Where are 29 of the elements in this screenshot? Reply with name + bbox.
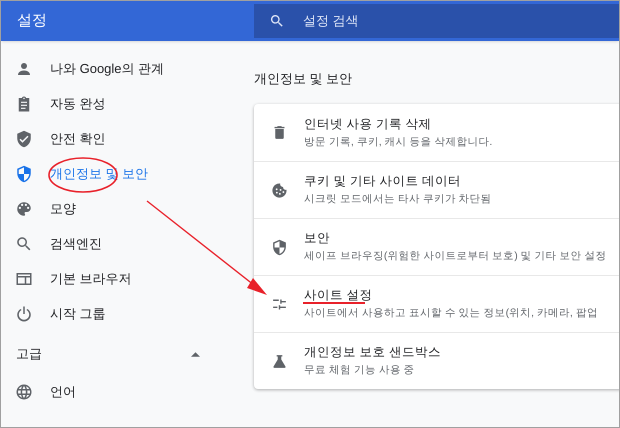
sidebar-item[interactable]: 시작 그룹 [1,296,254,331]
sidebar-item[interactable]: 자동 완성 [1,86,254,121]
settings-row[interactable]: 개인정보 보호 샌드박스 무료 체험 기능 사용 중 [254,332,619,389]
annotation-ellipse [48,157,118,193]
advanced-toggle[interactable]: 고급 [1,334,254,374]
settings-row[interactable]: 보안 세이프 브라우징(위험한 사이트로부터 보호) 및 기타 보안 설정 [254,218,619,275]
sidebar-item[interactable]: 안전 확인 [1,121,254,156]
shield-icon [271,238,288,256]
annotation-underline [303,302,365,304]
settings-row[interactable]: 쿠키 및 기타 사이트 데이터 시크릿 모드에서는 타사 쿠키가 차단됨 [254,161,619,218]
search-field[interactable]: 설정 검색 [254,4,619,38]
search-icon [15,234,33,252]
page-title: 설정 [17,10,47,31]
power-icon [15,304,33,322]
caret-up-icon [191,352,200,356]
sidebar-item[interactable]: 모양 [1,191,254,226]
sidebar-item[interactable]: 언어 [1,374,254,409]
settings-row[interactable]: 인터넷 사용 기록 삭제 방문 기록, 쿠키, 캐시 등을 삭제합니다. [254,104,619,161]
search-icon [269,13,285,29]
sidebar-item[interactable]: 검색엔진 [1,226,254,261]
globe-icon [15,382,33,400]
flask-icon [271,352,288,370]
shield-check-icon [15,130,33,148]
cookie-icon [271,182,288,198]
palette-icon [15,200,33,218]
sidebar-item[interactable]: 나와 Google의 관계 [1,51,254,86]
shield-icon [15,164,33,182]
sidebar-item[interactable]: 기본 브라우저 [1,261,254,296]
section-heading: 개인정보 및 보안 [254,70,354,88]
